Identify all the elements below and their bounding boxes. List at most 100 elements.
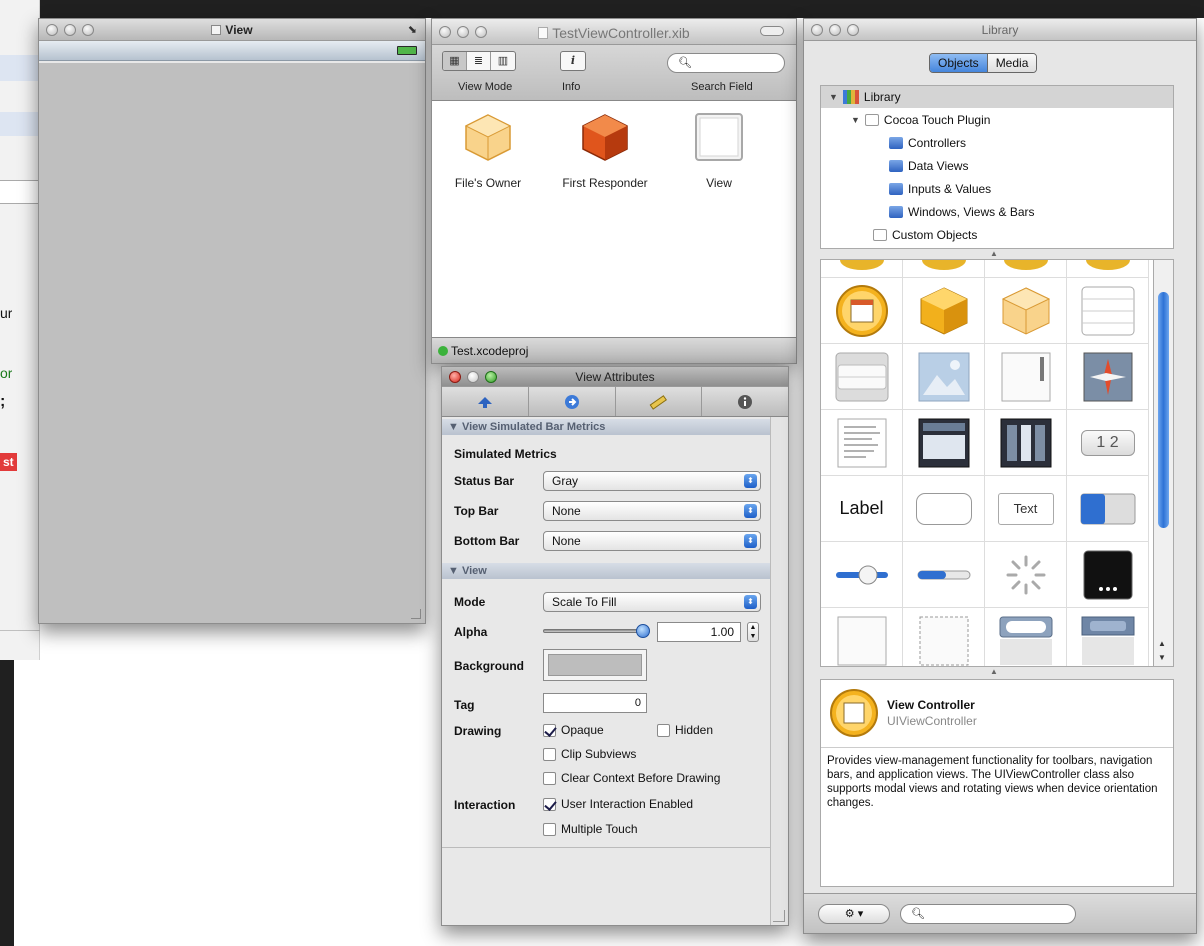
translucent-cube-icon (464, 114, 512, 161)
grid-cell[interactable] (903, 278, 985, 344)
grid-cell[interactable] (903, 260, 985, 278)
grid-cell[interactable] (1067, 278, 1149, 344)
grid-cell[interactable] (1067, 476, 1149, 542)
clear-context-checkbox[interactable]: Clear Context Before Drawing (543, 771, 720, 785)
files-owner-object[interactable]: File's Owner (438, 111, 538, 190)
disclosure-triangle-icon[interactable]: ▼ (829, 92, 838, 102)
search-input[interactable]: 🔍︎ (667, 53, 785, 73)
grid-cell[interactable] (985, 608, 1067, 666)
opaque-checkbox[interactable]: Opaque (543, 723, 604, 737)
toolbar-toggle-button[interactable] (760, 26, 784, 36)
top-bar-popup[interactable]: None ⬍ (543, 501, 761, 521)
grid-cell[interactable] (903, 410, 985, 476)
split-handle-icon[interactable]: ▲ (990, 667, 998, 676)
grid-cell[interactable] (903, 476, 985, 542)
mode-popup[interactable]: Scale To Fill ⬍ (543, 592, 761, 612)
grid-cell[interactable] (985, 542, 1067, 608)
grid-cell[interactable] (821, 410, 903, 476)
view-window-titlebar[interactable]: View ⬊ (39, 19, 425, 41)
grid-cell[interactable] (985, 410, 1067, 476)
popup-arrows-icon: ⬍ (744, 504, 757, 518)
tree-item-data-views[interactable]: Data Views (889, 159, 968, 173)
bottom-bar-popup[interactable]: None ⬍ (543, 531, 761, 551)
tree-item-inputs-values[interactable]: Inputs & Values (889, 182, 991, 196)
library-grid-scrollbar[interactable]: ▲ ▼ (1154, 259, 1174, 667)
view-object[interactable]: View (669, 111, 769, 190)
column-view-mode-icon[interactable]: ▥ (491, 52, 515, 70)
tree-item-windows-views-bars[interactable]: Windows, Views & Bars (889, 205, 1035, 219)
first-responder-object[interactable]: First Responder (555, 111, 655, 190)
simulated-status-bar (39, 41, 425, 61)
status-bar-label: Status Bar (454, 474, 515, 488)
view-mode-control[interactable]: ▦ ≣ ▥ (442, 51, 516, 71)
grid-cell[interactable] (1067, 260, 1149, 278)
alpha-stepper[interactable]: ▲ ▼ (747, 622, 759, 642)
view-canvas[interactable] (39, 63, 425, 623)
icon-view-mode-icon[interactable]: ▦ (443, 52, 467, 70)
collapse-arrow-icon[interactable]: ⬊ (408, 23, 417, 36)
grid-cell[interactable] (903, 542, 985, 608)
alpha-slider[interactable] (543, 624, 650, 638)
description-divider (821, 747, 1173, 748)
grid-cell[interactable] (903, 344, 985, 410)
slider-knob-icon[interactable] (636, 624, 650, 638)
tab-identity[interactable] (702, 387, 788, 416)
tree-item-custom-objects[interactable]: Custom Objects (873, 228, 977, 242)
scroll-down-arrow-icon[interactable]: ▼ (1158, 653, 1166, 662)
tab-media[interactable]: Media (987, 54, 1037, 72)
library-search-input[interactable]: 🔍︎ (900, 904, 1076, 924)
attributes-titlebar[interactable]: View Attributes (442, 367, 788, 387)
grid-cell[interactable] (903, 608, 985, 666)
tree-item-controllers[interactable]: Controllers (889, 136, 966, 150)
grid-cell[interactable]: Text (985, 476, 1067, 542)
bar-metrics-section-header[interactable]: ▼ View Simulated Bar Metrics (442, 419, 788, 435)
scrollbar-thumb[interactable] (1158, 292, 1169, 528)
background-editor-divider (0, 630, 40, 631)
grid-cell[interactable] (1067, 344, 1149, 410)
alpha-field[interactable]: 1.00 (657, 622, 741, 642)
scroll-up-arrow-icon[interactable]: ▲ (1158, 639, 1166, 648)
tab-objects[interactable]: Objects (930, 54, 988, 72)
library-titlebar[interactable]: Library (804, 19, 1196, 41)
background-color-well[interactable] (543, 649, 647, 681)
multiple-touch-checkbox[interactable]: Multiple Touch (543, 822, 638, 836)
grid-cell[interactable] (821, 278, 903, 344)
grid-cell[interactable] (821, 344, 903, 410)
grid-cell[interactable]: Label (821, 476, 903, 542)
split-handle-icon[interactable]: ▲ (990, 249, 998, 258)
tab-size[interactable] (616, 387, 703, 416)
status-bar-popup[interactable]: Gray ⬍ (543, 471, 761, 491)
list-view-mode-icon[interactable]: ≣ (467, 52, 491, 70)
resize-grip-icon[interactable] (411, 609, 421, 619)
tree-item-cocoa-touch[interactable]: ▼ Cocoa Touch Plugin (851, 113, 990, 127)
tab-connections[interactable] (529, 387, 616, 416)
grid-cell[interactable] (1067, 542, 1149, 608)
resize-grip-icon[interactable] (773, 910, 785, 922)
background-label: Background (454, 659, 525, 673)
view-section-header[interactable]: ▼ View (442, 563, 788, 579)
tab-attributes[interactable] (442, 387, 529, 416)
disclosure-triangle-icon[interactable]: ▼ (851, 115, 860, 125)
attributes-title: View Attributes (575, 370, 655, 384)
grid-cell[interactable] (821, 542, 903, 608)
grid-cell[interactable] (1067, 608, 1149, 666)
xib-window-titlebar[interactable]: TestViewController.xib (432, 19, 796, 45)
grid-cell[interactable] (985, 344, 1067, 410)
clip-subviews-checkbox[interactable]: Clip Subviews (543, 747, 636, 761)
info-button[interactable]: i (560, 51, 586, 71)
inspector-scrollbar[interactable] (770, 417, 788, 925)
background-dark-panel (0, 660, 14, 946)
tag-field[interactable]: 0 (543, 693, 647, 713)
hidden-checkbox[interactable]: Hidden (657, 723, 713, 737)
background-editor-field (0, 180, 40, 204)
user-interaction-checkbox[interactable]: User Interaction Enabled (543, 797, 693, 811)
grid-cell[interactable]: 1 2 (1067, 410, 1149, 476)
tree-item-library[interactable]: ▼ Library (829, 90, 901, 104)
grid-cell[interactable] (985, 278, 1067, 344)
action-gear-button[interactable]: ⚙ ▾ (818, 904, 890, 924)
grid-cell[interactable] (821, 608, 903, 666)
xib-toolbar: ▦ ≣ ▥ i 🔍︎ View Mode Info Search Field (432, 45, 796, 101)
grid-cell[interactable] (821, 260, 903, 278)
top-bar-label: Top Bar (454, 504, 499, 518)
grid-cell[interactable] (985, 260, 1067, 278)
